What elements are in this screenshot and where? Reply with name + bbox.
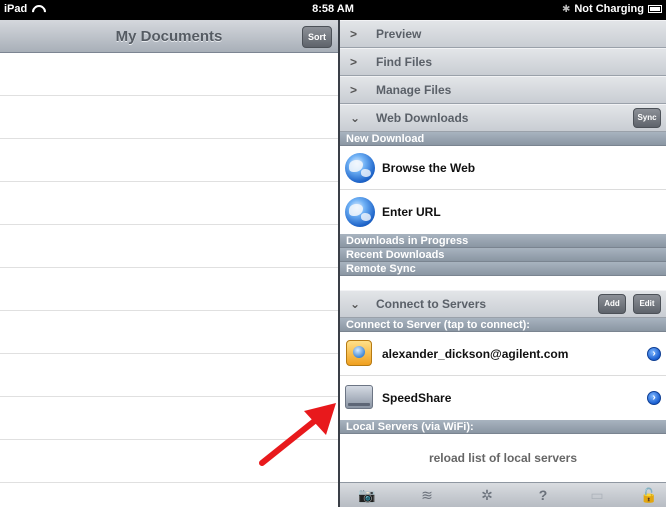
section-manage-files[interactable]: > Manage Files: [340, 76, 666, 104]
new-download-header: New Download: [340, 132, 666, 146]
server-item[interactable]: SpeedShare ›: [340, 376, 666, 420]
status-right: ✱ Not Charging: [562, 3, 662, 15]
section-label: Web Downloads: [376, 111, 469, 125]
section-label: Preview: [376, 27, 422, 41]
section-connect-to-servers[interactable]: ⌄ Connect to Servers Add Edit: [340, 290, 666, 318]
recent-downloads-header[interactable]: Recent Downloads: [340, 248, 666, 262]
item-label: SpeedShare: [382, 391, 452, 405]
battery-status: Not Charging: [574, 3, 644, 15]
enter-url-item[interactable]: Enter URL: [340, 190, 666, 234]
list-item[interactable]: [0, 53, 338, 96]
downloads-in-progress-header[interactable]: Downloads in Progress: [340, 234, 666, 248]
sync-button[interactable]: Sync: [633, 108, 661, 128]
server-item[interactable]: alexander_dickson@agilent.com ›: [340, 332, 666, 376]
list-item[interactable]: [0, 268, 338, 311]
list-item[interactable]: [0, 182, 338, 225]
section-label: Find Files: [376, 55, 433, 69]
chevron-right-icon: >: [350, 83, 358, 97]
globe-icon: [345, 197, 375, 227]
edit-servers-button[interactable]: Edit: [633, 294, 661, 314]
documents-header: My Documents Sort: [0, 20, 338, 53]
chevron-down-icon: ⌄: [350, 111, 361, 125]
browse-web-item[interactable]: Browse the Web: [340, 146, 666, 190]
disk-icon: [345, 385, 373, 409]
chevron-right-icon: >: [350, 27, 358, 41]
item-label: Browse the Web: [382, 161, 476, 175]
globe-icon: [345, 153, 375, 183]
list-item[interactable]: [0, 311, 338, 354]
connect-server-header: Connect to Server (tap to connect):: [340, 318, 666, 332]
chevron-down-icon: ⌄: [350, 297, 361, 311]
gear-icon[interactable]: ✲: [478, 487, 496, 503]
status-bar: iPad 8:58 AM ✱ Not Charging: [0, 0, 666, 20]
add-server-button[interactable]: Add: [598, 294, 626, 314]
annotation-arrow: [259, 403, 336, 466]
bluetooth-icon: ✱: [561, 3, 571, 15]
help-icon[interactable]: ?: [534, 487, 552, 503]
screen-icon[interactable]: ▭: [588, 487, 606, 503]
bottom-toolbar: 📷 ≋ ✲ ? ▭ 🔓: [340, 482, 666, 507]
section-label: Manage Files: [376, 83, 452, 97]
camera-icon[interactable]: 📷: [358, 487, 376, 503]
actions-pane: > Preview > Find Files > Manage Files ⌄ …: [340, 20, 666, 507]
list-item[interactable]: [0, 96, 338, 139]
local-servers-header: Local Servers (via WiFi):: [340, 420, 666, 434]
spacer: [340, 276, 666, 290]
reload-label: reload list of local servers: [428, 451, 578, 465]
sort-button[interactable]: Sort: [302, 26, 332, 48]
battery-icon: [648, 5, 662, 13]
list-item[interactable]: [0, 225, 338, 268]
item-label: alexander_dickson@agilent.com: [382, 347, 569, 361]
section-preview[interactable]: > Preview: [340, 20, 666, 48]
wifi-icon[interactable]: ≋: [418, 487, 436, 503]
remote-sync-header[interactable]: Remote Sync: [340, 262, 666, 276]
reload-local-servers[interactable]: reload list of local servers: [340, 434, 666, 482]
disclosure-icon[interactable]: ›: [647, 391, 661, 405]
chevron-right-icon: >: [350, 55, 358, 69]
section-find-files[interactable]: > Find Files: [340, 48, 666, 76]
section-web-downloads[interactable]: ⌄ Web Downloads Sync: [340, 104, 666, 132]
list-item[interactable]: [0, 139, 338, 182]
lock-icon[interactable]: 🔓: [640, 487, 658, 503]
list-item[interactable]: [0, 354, 338, 397]
disclosure-icon[interactable]: ›: [647, 347, 661, 361]
page-title: My Documents: [115, 28, 223, 45]
server-icon: [346, 340, 372, 366]
item-label: Enter URL: [382, 205, 441, 219]
section-label: Connect to Servers: [376, 297, 487, 311]
